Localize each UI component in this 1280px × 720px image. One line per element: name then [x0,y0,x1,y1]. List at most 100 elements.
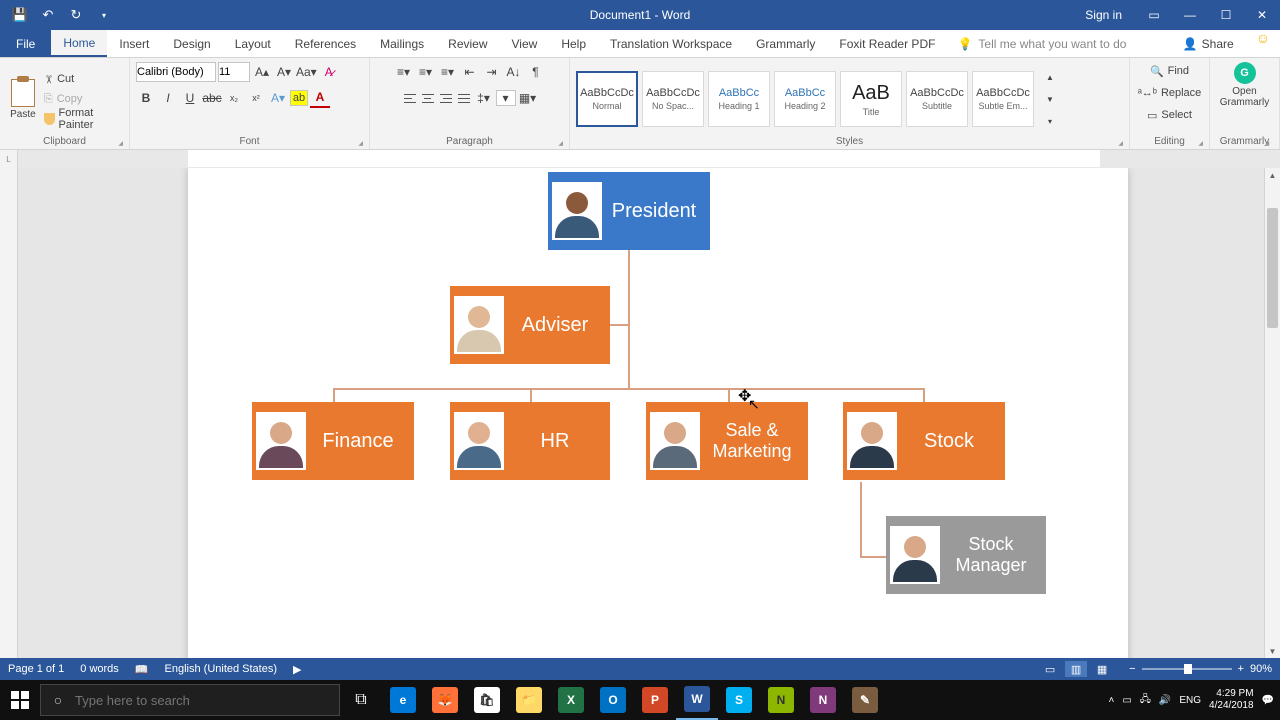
taskbar-app-excel[interactable]: X [550,680,592,720]
text-effects-icon[interactable]: A▾ [268,88,288,108]
replace-button[interactable]: ᵃ↔ᵇReplace [1138,84,1202,102]
zoom-level[interactable]: 90% [1250,663,1272,675]
qat-customize-icon[interactable]: ▾ [92,3,116,27]
tab-file[interactable]: File [0,30,51,57]
taskbar-app-notepadpp[interactable]: N [760,680,802,720]
org-node-finance[interactable]: Finance [252,402,414,480]
align-right-icon[interactable] [438,91,454,105]
minimize-icon[interactable]: — [1172,0,1208,30]
scroll-down-icon[interactable]: ▼ [1265,644,1280,658]
share-button[interactable]: 👤 Share [1171,30,1246,57]
style-box[interactable]: AaBbCcDcNo Spac... [642,71,704,127]
macro-icon[interactable]: ▶ [293,663,301,676]
shading-icon[interactable]: ▾ [496,90,516,106]
tab-help[interactable]: Help [549,30,598,57]
tray-clock[interactable]: 4:29 PM 4/24/2018 [1209,688,1254,712]
ruler[interactable]: L [0,150,1280,168]
taskbar-search-input[interactable] [75,693,339,708]
zoom-out-icon[interactable]: − [1129,663,1135,675]
taskbar-app-onenote[interactable]: N [802,680,844,720]
org-node-stock[interactable]: Stock [843,402,1005,480]
multilevel-icon[interactable]: ≡▾ [438,62,458,82]
tray-up-icon[interactable]: ˄ [1108,695,1114,706]
org-node-sales[interactable]: Sale & Marketing [646,402,808,480]
align-center-icon[interactable] [420,91,436,105]
italic-icon[interactable]: I [158,88,178,108]
sort-icon[interactable]: A↓ [504,62,524,82]
taskbar-app-store[interactable]: 🛍 [466,680,508,720]
style-box[interactable]: AaBbCcDcNormal [576,71,638,127]
decrease-indent-icon[interactable]: ⇤ [460,62,480,82]
highlight-icon[interactable]: ab [290,90,308,106]
tab-layout[interactable]: Layout [223,30,283,57]
style-box[interactable]: AaBTitle [840,71,902,127]
org-chart[interactable]: President Adviser Finance HR Sale & Mark… [188,168,1128,658]
copy-button[interactable]: ⎘Copy [44,90,123,108]
paste-button[interactable]: Paste [6,79,40,120]
taskbar-app-explorer[interactable]: 📁 [508,680,550,720]
styles-scroll-down-icon[interactable]: ▼ [1040,89,1060,109]
tab-translation-workspace[interactable]: Translation Workspace [598,30,744,57]
underline-icon[interactable]: U [180,88,200,108]
status-words[interactable]: 0 words [80,663,119,675]
org-node-stock-manager[interactable]: Stock Manager [886,516,1046,594]
subscript-icon[interactable]: x₂ [224,88,244,108]
taskbar-app-edge[interactable]: e [382,680,424,720]
find-button[interactable]: 🔍Find [1150,62,1189,80]
show-marks-icon[interactable]: ¶ [526,62,546,82]
grammarly-icon[interactable]: G [1234,62,1256,84]
tray-touchpad-icon[interactable]: ▭ [1122,695,1131,706]
tab-insert[interactable]: Insert [107,30,161,57]
taskbar-search[interactable]: ○ [40,684,340,716]
tray-volume-icon[interactable]: 🔊 [1159,695,1171,706]
styles-gallery[interactable]: AaBbCcDcNormalAaBbCcDcNo Spac...AaBbCcHe… [576,71,1034,127]
style-box[interactable]: AaBbCcDcSubtle Em... [972,71,1034,127]
zoom-in-icon[interactable]: + [1238,663,1244,675]
zoom-slider[interactable] [1142,668,1232,670]
tab-mailings[interactable]: Mailings [368,30,436,57]
cut-button[interactable]: ✂Cut [44,70,123,88]
style-box[interactable]: AaBbCcDcSubtitle [906,71,968,127]
action-center-icon[interactable]: 💬 [1262,695,1274,706]
bullets-icon[interactable]: ≡▾ [394,62,414,82]
shrink-font-icon[interactable]: A▾ [274,62,294,82]
close-icon[interactable]: ✕ [1244,0,1280,30]
numbering-icon[interactable]: ≡▾ [416,62,436,82]
styles-more-icon[interactable]: ▾ [1040,111,1060,131]
font-size-select[interactable] [218,62,250,82]
undo-icon[interactable]: ↶ [36,3,60,27]
taskbar-app-word[interactable]: W [676,680,718,720]
org-node-president[interactable]: President [548,172,710,250]
tab-foxit[interactable]: Foxit Reader PDF [827,30,947,57]
org-node-hr[interactable]: HR [450,402,610,480]
strike-icon[interactable]: abc [202,88,222,108]
font-family-select[interactable] [136,62,216,82]
clear-format-icon[interactable]: A̷ [319,62,339,82]
taskbar-app-misc[interactable]: ✎ [844,680,886,720]
task-view-icon[interactable]: ⧉ [340,680,382,720]
vertical-ruler[interactable] [0,168,18,658]
spellcheck-icon[interactable]: 📖 [135,663,149,676]
org-node-adviser[interactable]: Adviser [450,286,610,364]
taskbar-app-skype[interactable]: S [718,680,760,720]
status-page[interactable]: Page 1 of 1 [8,663,64,675]
start-button[interactable] [0,680,40,720]
tab-home[interactable]: Home [51,30,107,57]
tab-view[interactable]: View [500,30,550,57]
select-button[interactable]: ▭Select [1147,106,1192,124]
tab-references[interactable]: References [283,30,368,57]
tray-language[interactable]: ENG [1179,695,1201,706]
print-layout-icon[interactable]: ▥ [1065,661,1087,677]
read-mode-icon[interactable]: ▭ [1039,661,1061,677]
page-canvas[interactable]: President Adviser Finance HR Sale & Mark… [18,168,1264,658]
style-box[interactable]: AaBbCcHeading 1 [708,71,770,127]
web-layout-icon[interactable]: ▦ [1091,661,1113,677]
styles-scroll-up-icon[interactable]: ▲ [1040,67,1060,87]
signin-link[interactable]: Sign in [1071,8,1136,22]
tab-design[interactable]: Design [161,30,222,57]
scroll-up-icon[interactable]: ▲ [1265,168,1280,182]
maximize-icon[interactable]: ☐ [1208,0,1244,30]
scroll-thumb[interactable] [1267,208,1278,328]
format-painter-button[interactable]: Format Painter [44,110,123,128]
tab-review[interactable]: Review [436,30,499,57]
